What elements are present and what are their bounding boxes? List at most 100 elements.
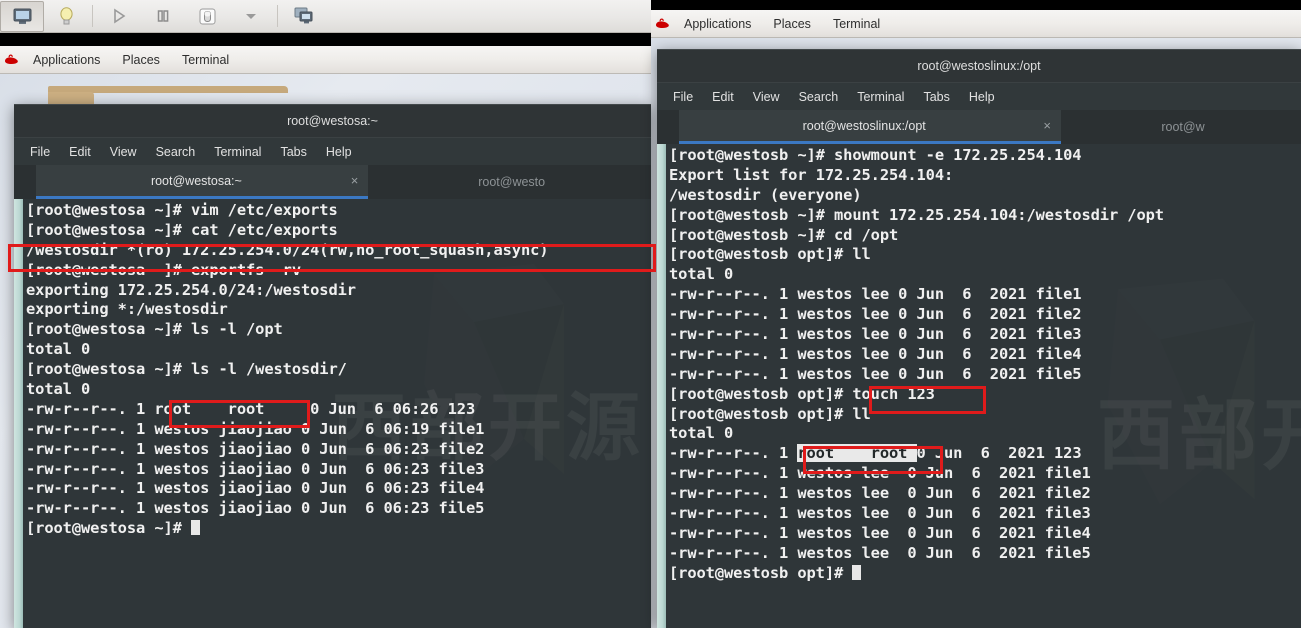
gnome-menu-applications[interactable]: Applications (673, 10, 762, 38)
left-terminal-line-1: [root@westosa ~]# cat /etc/exports (26, 220, 338, 239)
gnome-menu-places[interactable]: Places (111, 46, 171, 74)
selected-owner-text: root root (797, 444, 917, 463)
right-terminal-window[interactable]: root@westoslinux:/opt File Edit View Sea… (657, 49, 1301, 628)
right-tab-0[interactable]: root@westoslinux:/opt × (679, 110, 1061, 144)
toolbar-separator-1 (92, 5, 93, 27)
left-terminal-line-8: [root@westosa ~]# ls -l /westosdir/ (26, 360, 347, 379)
pause-icon[interactable] (141, 1, 185, 32)
left-terminal-line-13: -rw-r--r--. 1 westos jiaojiao 0 Jun 6 06… (26, 459, 485, 478)
gnome-menu-places[interactable]: Places (762, 10, 822, 38)
right-terminal-line-4: [root@westosb ~]# cd /opt (669, 225, 899, 244)
right-terminal-line-after-1: -rw-r--r--. 1 westos lee 0 Jun 6 2021 fi… (669, 484, 1091, 503)
right-terminal-line-0: [root@westosb ~]# showmount -e 172.25.25… (669, 146, 1082, 164)
menu-help[interactable]: Help (326, 145, 352, 159)
right-tab-1[interactable]: root@w (1061, 110, 1301, 144)
left-terminal-line-6: [root@westosa ~]# ls -l /opt (26, 320, 283, 339)
left-tab-0-label: root@westosa:~ (150, 173, 242, 188)
menu-tabs[interactable]: Tabs (280, 145, 306, 159)
left-tab-1-label: root@westo (478, 175, 546, 189)
right-terminal-line-13: [root@westosb opt]# ll (669, 404, 871, 423)
menu-terminal[interactable]: Terminal (857, 90, 904, 104)
menu-edit[interactable]: Edit (712, 90, 734, 104)
right-terminal-title: root@westoslinux:/opt (917, 59, 1041, 73)
gnome-menu-terminal[interactable]: Terminal (171, 46, 240, 74)
left-terminal-titlebar[interactable]: root@westosa:~ (14, 104, 651, 137)
menu-edit[interactable]: Edit (69, 145, 91, 159)
caret-down-glyph (246, 14, 256, 19)
left-terminal-line-14: -rw-r--r--. 1 westos jiaojiao 0 Jun 6 06… (26, 479, 485, 498)
run-icon[interactable] (97, 1, 141, 32)
close-icon[interactable]: × (351, 174, 359, 187)
left-terminal-menubar: File Edit View Search Terminal Tabs Help (14, 137, 651, 165)
right-terminal-line-after-4: -rw-r--r--. 1 westos lee 0 Jun 6 2021 fi… (669, 543, 1091, 562)
left-terminal-line-5: exporting *:/westosdir (26, 300, 228, 319)
shutdown-dropdown-icon[interactable] (229, 1, 273, 32)
gnome-menu-terminal[interactable]: Terminal (822, 10, 891, 38)
details-lightbulb-icon[interactable] (44, 1, 88, 32)
right-terminal-line-2: /westosdir (everyone) (669, 185, 862, 204)
vm-letterbox-gap (0, 33, 651, 46)
menu-view[interactable]: View (110, 145, 137, 159)
right-terminal-body[interactable]: 西部开源 [root@westosb ~]# showmount -e 172.… (657, 144, 1301, 628)
right-terminal-menubar: File Edit View Search Terminal Tabs Help (657, 82, 1301, 110)
play-glyph (114, 8, 126, 24)
menu-file[interactable]: File (30, 145, 50, 159)
left-terminal-line-12: -rw-r--r--. 1 westos jiaojiao 0 Jun 6 06… (26, 439, 485, 458)
left-terminal-title: root@westosa:~ (287, 114, 378, 128)
menu-tabs[interactable]: Tabs (923, 90, 949, 104)
red-hat-logo-icon (2, 52, 20, 68)
right-terminal-line-8: -rw-r--r--. 1 westos lee 0 Jun 6 2021 fi… (669, 305, 1082, 324)
left-terminal-line-9: total 0 (26, 380, 91, 399)
screens-glyph (294, 7, 313, 24)
menu-terminal[interactable]: Terminal (214, 145, 261, 159)
left-terminal-window[interactable]: root@westosa:~ File Edit View Search Ter… (14, 104, 651, 628)
right-terminal-line-1: Export list for 172.25.254.104: (669, 165, 954, 184)
left-tab-1[interactable]: root@westo (368, 165, 651, 199)
right-terminal-scrollbar[interactable] (657, 144, 666, 628)
right-terminal-cursor (852, 564, 862, 580)
right-terminal-line-12: [root@westosb opt]# touch 123 (669, 384, 935, 403)
menu-file[interactable]: File (673, 90, 693, 104)
gnome-menu-applications[interactable]: Applications (22, 46, 111, 74)
right-terminal-selected-line: -rw-r--r--. 1 root root 0 Jun 6 2021 123 (669, 444, 1082, 463)
snapshots-icon[interactable] (282, 1, 326, 32)
right-vm-letterbox-gap (651, 0, 1301, 10)
right-terminal-line-9: -rw-r--r--. 1 westos lee 0 Jun 6 2021 fi… (669, 325, 1082, 344)
right-terminal-titlebar[interactable]: root@westoslinux:/opt (657, 49, 1301, 82)
left-terminal-body[interactable]: 西部开源 [root@westosa ~]# vim /etc/exports[… (14, 199, 651, 628)
right-terminal-line-11: -rw-r--r--. 1 westos lee 0 Jun 6 2021 fi… (669, 364, 1082, 383)
right-terminal-line-7: -rw-r--r--. 1 westos lee 0 Jun 6 2021 fi… (669, 285, 1082, 304)
right-gnome-panel: Applications Places Terminal (651, 10, 1301, 38)
right-tab-1-label: root@w (1161, 120, 1205, 134)
menu-help[interactable]: Help (969, 90, 995, 104)
red-hat-glyph (4, 53, 18, 64)
close-icon[interactable]: × (1043, 119, 1051, 132)
right-tab-0-label: root@westoslinux:/opt (802, 118, 926, 133)
right-terminal-line-after-0: -rw-r--r--. 1 westos lee 0 Jun 6 2021 fi… (669, 464, 1091, 483)
right-terminal-line-6: total 0 (669, 265, 734, 284)
left-terminal-tabbar: root@westosa:~ × root@westo (14, 165, 651, 199)
left-terminal-line-3: [root@westosa ~]# exportfs -rv (26, 260, 301, 279)
right-terminal-line-5: [root@westosb opt]# ll (669, 245, 871, 264)
menu-search[interactable]: Search (156, 145, 196, 159)
console-view-icon[interactable] (0, 0, 44, 32)
left-tab-0[interactable]: root@westosa:~ × (36, 165, 369, 199)
screen: Applications Places Terminal root@westos… (0, 0, 1301, 628)
power-glyph (199, 8, 215, 24)
left-terminal-prompt: [root@westosa ~]# (26, 519, 651, 539)
right-terminal-line-3: [root@westosb ~]# mount 172.25.254.104:/… (669, 205, 1164, 224)
red-hat-glyph (655, 17, 669, 28)
left-terminal-line-11: -rw-r--r--. 1 westos jiaojiao 0 Jun 6 06… (26, 419, 485, 438)
shutdown-icon[interactable] (185, 1, 229, 32)
left-terminal-line-4: exporting 172.25.254.0/24:/westosdir (26, 280, 356, 299)
left-gnome-panel: Applications Places Terminal (0, 46, 651, 74)
pause-glyph (157, 10, 169, 22)
left-terminal-line-15: -rw-r--r--. 1 westos jiaojiao 0 Jun 6 06… (26, 499, 485, 518)
right-terminal-line-after-2: -rw-r--r--. 1 westos lee 0 Jun 6 2021 fi… (669, 504, 1091, 523)
left-terminal-line-10: -rw-r--r--. 1 root root 0 Jun 6 06:26 12… (26, 399, 476, 418)
left-terminal-scrollbar[interactable] (14, 199, 23, 628)
red-hat-logo-icon (653, 16, 671, 32)
vm-manager-toolbar (0, 0, 651, 33)
menu-search[interactable]: Search (799, 90, 839, 104)
menu-view[interactable]: View (753, 90, 780, 104)
